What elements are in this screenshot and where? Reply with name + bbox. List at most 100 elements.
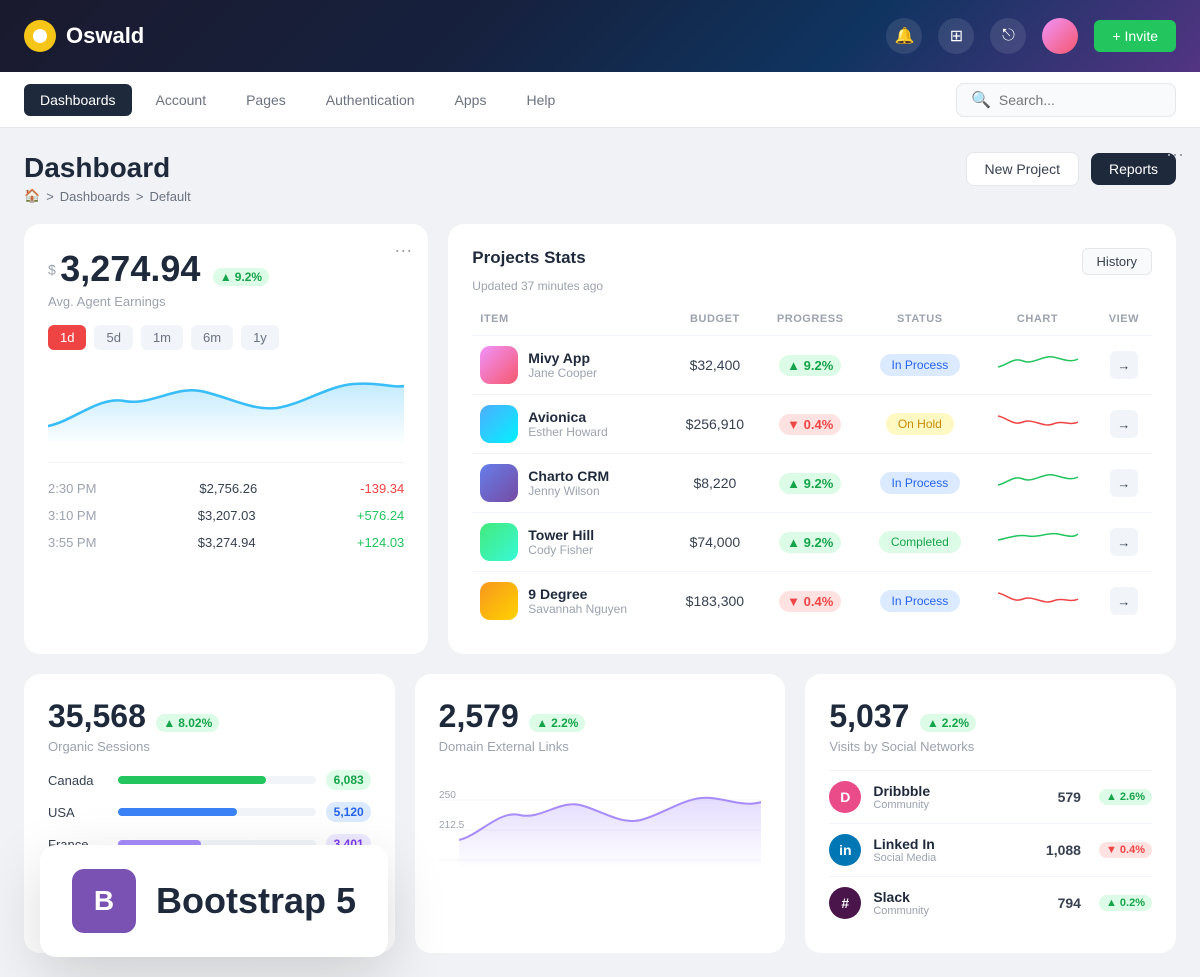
chart-cell [979, 336, 1095, 395]
col-status: STATUS [860, 309, 979, 336]
table-row: 9 DegreeSavannah Nguyen $183,300 ▼ 0.4% … [472, 572, 1152, 631]
bar-value: 6,083 [326, 770, 371, 790]
view-button[interactable]: → [1110, 351, 1138, 379]
budget-cell: $8,220 [670, 454, 760, 513]
projects-title: Projects Stats [472, 248, 585, 268]
social-count: 1,088 [1046, 842, 1081, 858]
reports-button[interactable]: Reports [1091, 153, 1176, 185]
bar-fill [118, 776, 266, 784]
tab-authentication[interactable]: Authentication [310, 84, 431, 116]
bootstrap-logo-icon: B [72, 869, 136, 933]
secondary-nav: Dashboards Account Pages Authentication … [0, 72, 1200, 128]
progress-cell: ▼ 0.4% [760, 395, 860, 454]
bar-track [118, 776, 316, 784]
social-row: in Linked In Social Media 1,088 ▼ 0.4% [829, 823, 1152, 876]
er-amount: $3,274.94 [198, 535, 256, 550]
earnings-chart [48, 366, 404, 446]
bar-row: Canada 6,083 [48, 770, 371, 790]
social-row: D Dribbble Community 579 ▲ 2.6% [829, 770, 1152, 823]
earnings-badge: ▲ 9.2% [213, 268, 269, 286]
project-thumb [480, 405, 518, 443]
social-name: Linked In [873, 836, 936, 852]
page-title: Dashboard [24, 152, 191, 184]
social-change: ▲ 2.6% [1099, 789, 1152, 805]
page-header: Dashboard 🏠 > Dashboards > Default New P… [24, 152, 1176, 204]
logo-area: Oswald [24, 20, 144, 52]
notifications-icon[interactable]: 🔔 [886, 18, 922, 54]
avatar[interactable] [1042, 18, 1078, 54]
dribbble-icon: D [829, 781, 861, 813]
er-change: +124.03 [357, 535, 404, 550]
domain-badge: ▲ 2.2% [529, 714, 585, 732]
social-count: 794 [1058, 895, 1081, 911]
er-time: 2:30 PM [48, 481, 96, 496]
tab-apps[interactable]: Apps [439, 84, 503, 116]
bootstrap-overlay: B Bootstrap 5 [40, 845, 388, 957]
sessions-label: Organic Sessions [48, 739, 371, 754]
tab-dashboards[interactable]: Dashboards [24, 84, 132, 116]
search-input[interactable] [999, 92, 1161, 108]
bootstrap-text: Bootstrap 5 [156, 880, 356, 922]
tab-account[interactable]: Account [140, 84, 223, 116]
er-change: -139.34 [360, 481, 404, 496]
time-filter-1d[interactable]: 1d [48, 325, 86, 350]
bar-value: 5,120 [326, 802, 371, 822]
col-progress: PROGRESS [760, 309, 860, 336]
bar-track [118, 808, 316, 816]
earnings-currency: $ [48, 262, 56, 278]
domain-value: 2,579 [439, 698, 519, 734]
social-value: 5,037 [829, 698, 909, 734]
earnings-value: 3,274.94 [60, 248, 200, 289]
social-badge: ▲ 2.2% [920, 714, 976, 732]
status-badge: Completed [879, 531, 961, 553]
status-badge: In Process [880, 472, 961, 494]
earnings-menu-button[interactable]: ··· [394, 240, 412, 261]
er-change: +576.24 [357, 508, 404, 523]
status-badge: In Process [880, 590, 961, 612]
tab-help[interactable]: Help [510, 84, 571, 116]
svg-text:212.5: 212.5 [439, 820, 465, 831]
slack-icon: # [829, 887, 861, 919]
view-button[interactable]: → [1110, 587, 1138, 615]
page-title-area: Dashboard 🏠 > Dashboards > Default [24, 152, 191, 204]
projects-card: Projects Stats History Updated 37 minute… [448, 224, 1176, 654]
status-badge: In Process [880, 354, 961, 376]
tab-pages[interactable]: Pages [230, 84, 302, 116]
time-filter-5d[interactable]: 5d [94, 325, 132, 350]
social-menu-button[interactable]: ··· [1166, 144, 1184, 165]
time-filter-6m[interactable]: 6m [191, 325, 233, 350]
budget-cell: $183,300 [670, 572, 760, 631]
history-button[interactable]: History [1082, 248, 1152, 275]
new-project-button[interactable]: New Project [966, 152, 1079, 186]
progress-cell: ▲ 9.2% [760, 336, 860, 395]
table-row: Mivy AppJane Cooper $32,400 ▲ 9.2% In Pr… [472, 336, 1152, 395]
social-card: 5,037 ▲ 2.2% ··· Visits by Social Networ… [805, 674, 1176, 953]
project-thumb [480, 464, 518, 502]
earnings-row: 3:55 PM $3,274.94 +124.03 [48, 529, 404, 556]
social-type: Social Media [873, 852, 936, 864]
bar-row: USA 5,120 [48, 802, 371, 822]
col-view: VIEW [1096, 309, 1152, 336]
main-content: Dashboard 🏠 > Dashboards > Default New P… [0, 128, 1200, 977]
table-row: AvionicaEsther Howard $256,910 ▼ 0.4% On… [472, 395, 1152, 454]
share-icon[interactable]: ⎋ [990, 18, 1026, 54]
time-filter-1y[interactable]: 1y [241, 325, 279, 350]
col-item: ITEM [472, 309, 669, 336]
grid-icon[interactable]: ⊞ [938, 18, 974, 54]
view-button[interactable]: → [1110, 469, 1138, 497]
social-label: Visits by Social Networks [829, 739, 1152, 754]
top-cards-row: ··· $ 3,274.94 ▲ 9.2% Avg. Agent Earning… [24, 224, 1176, 654]
earnings-label: Avg. Agent Earnings [48, 294, 404, 309]
time-filter-1m[interactable]: 1m [141, 325, 183, 350]
bar-fill [118, 808, 237, 816]
er-time: 3:55 PM [48, 535, 96, 550]
view-button[interactable]: → [1110, 410, 1138, 438]
progress-cell: ▼ 0.4% [760, 572, 860, 631]
status-badge: On Hold [886, 413, 954, 435]
view-button[interactable]: → [1110, 528, 1138, 556]
breadcrumb-default: Default [149, 189, 190, 204]
logo-icon [24, 20, 56, 52]
social-type: Community [873, 905, 929, 917]
invite-button[interactable]: + Invite [1094, 20, 1176, 52]
budget-cell: $32,400 [670, 336, 760, 395]
